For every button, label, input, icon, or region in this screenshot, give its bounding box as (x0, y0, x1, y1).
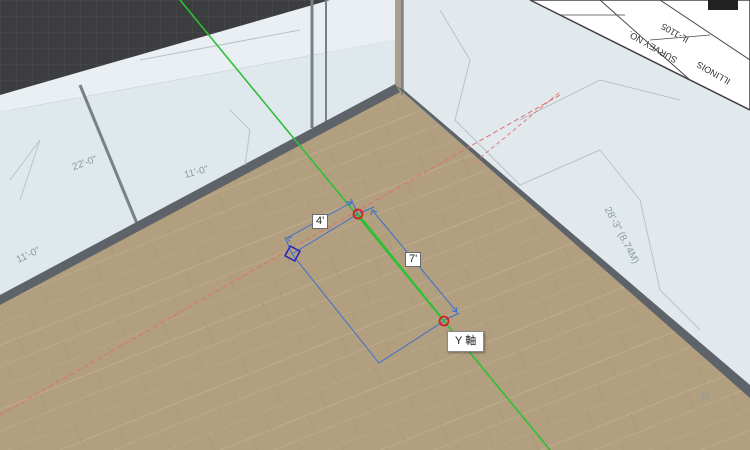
axis-inference-tooltip: Y 軸 (447, 331, 485, 352)
width-dimension-label: 4' (312, 214, 329, 229)
modeling-viewport[interactable] (0, 0, 750, 450)
length-dimension-label: 7' (405, 252, 422, 267)
